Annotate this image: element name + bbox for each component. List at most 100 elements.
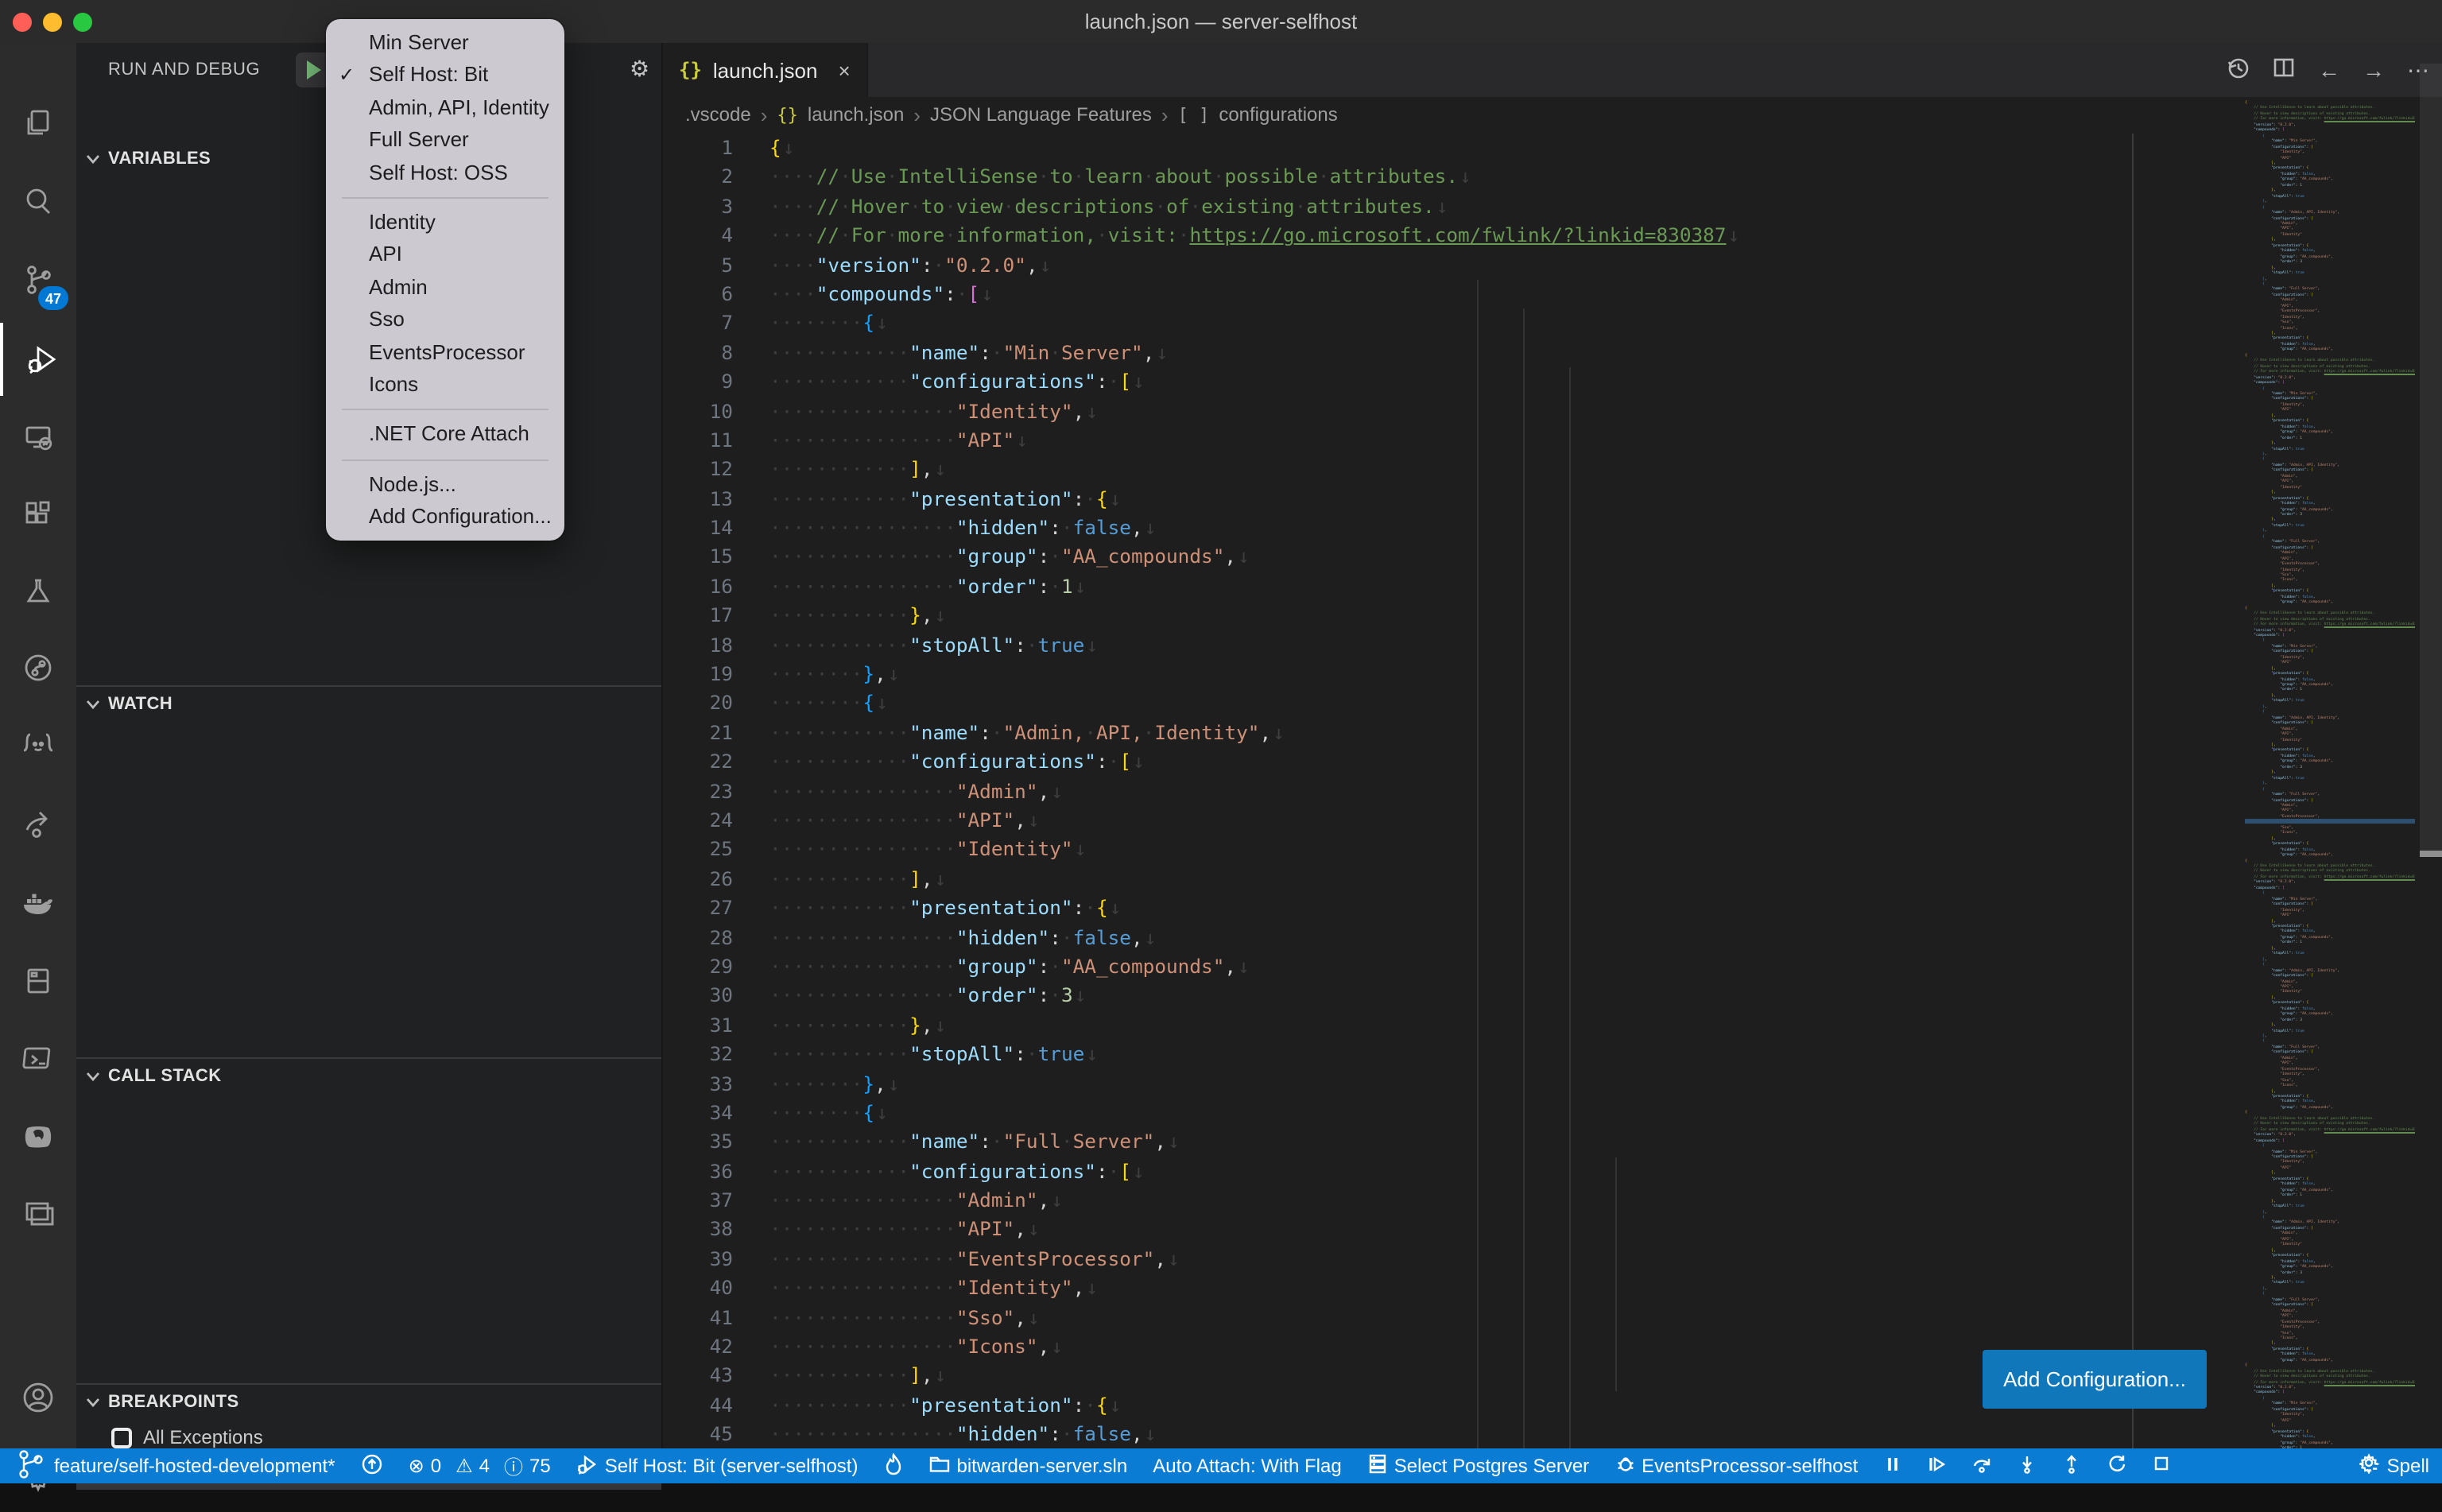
close-icon[interactable]: × — [838, 58, 850, 82]
checkbox-unchecked[interactable] — [111, 1427, 132, 1448]
menu-item-icons[interactable]: Icons — [326, 369, 564, 401]
status-item-debug-continue[interactable] — [1926, 1454, 1945, 1478]
activity-bar-item-powershell[interactable] — [0, 1022, 76, 1095]
tab-launch-json[interactable]: {} launch.json × — [663, 43, 868, 97]
breadcrumb-item[interactable]: launch.json — [808, 103, 904, 126]
share-icon — [21, 808, 56, 843]
line-number: 28 — [663, 923, 769, 952]
status-item-flame[interactable] — [883, 1452, 902, 1479]
activity-bar-item-search[interactable] — [0, 164, 76, 237]
activity-bar-item-extensions[interactable] — [0, 479, 76, 552]
activity-bar-item-json-tools[interactable] — [0, 709, 76, 782]
activity-bar-item-gitlens[interactable] — [0, 631, 76, 704]
gear-icon[interactable]: ⚙ — [630, 56, 649, 83]
status-item-publish-changes[interactable] — [361, 1452, 383, 1479]
eol-marker: ↓ — [1108, 487, 1122, 510]
activity-bar-item-docker[interactable] — [0, 866, 76, 940]
eol-marker: ↓ — [1271, 722, 1285, 744]
status-item-debug-stop[interactable] — [2152, 1455, 2169, 1477]
code-line: 15················"group":·"AA_compounds… — [663, 543, 2442, 572]
code-line: 16················"order":·1↓ — [663, 572, 2442, 602]
menu-item-sso[interactable]: Sso — [326, 304, 564, 336]
files-icon — [21, 105, 56, 140]
vscode-window: launch.json — server-selfhost 47 RUN AND… — [0, 0, 2442, 1483]
activity-bar-item-explorer[interactable] — [0, 86, 76, 159]
activity-bar-item-source-control[interactable]: 47 — [0, 243, 76, 316]
menu-item-label: Min Server — [369, 30, 469, 54]
code-line: 5····"version":·"0.2.0",↓ — [663, 250, 2442, 280]
status-item-debug-restart[interactable] — [2106, 1453, 2126, 1479]
menu-item-label: Self Host: OSS — [369, 160, 508, 184]
section-watch[interactable]: WATCH — [76, 687, 661, 722]
line-number: 3 — [663, 192, 769, 222]
activity-bar-item-run-and-debug[interactable] — [0, 323, 79, 396]
line-number: 12 — [663, 456, 769, 485]
menu-item-self-host-oss[interactable]: Self Host: OSS — [326, 157, 564, 189]
eol-marker: ↓ — [1131, 370, 1145, 393]
editor-scrollbar[interactable] — [2420, 43, 2442, 1448]
status-item-debug-config[interactable]: Self Host: Bit (server-selfhost) — [576, 1452, 859, 1479]
line-number: 27 — [663, 894, 769, 923]
menu-item-full-server[interactable]: Full Server — [326, 124, 564, 157]
status-item-debug-step-into[interactable] — [2017, 1454, 2036, 1478]
menu-item-eventsprocessor[interactable]: EventsProcessor — [326, 336, 564, 369]
breadcrumb[interactable]: .vscode›{}launch.json›JSON Language Feat… — [685, 97, 1338, 132]
activity-bar-item-remote-explorer[interactable] — [0, 401, 76, 474]
menu-item-api[interactable]: API — [326, 239, 564, 272]
status-item-debug-step-over[interactable] — [1971, 1454, 1991, 1478]
menu-item-net-core-attach[interactable]: .NET Core Attach — [326, 419, 564, 452]
beaker-icon — [21, 574, 56, 609]
activity-bar-item-testing[interactable] — [0, 555, 76, 628]
status-item-spell-checker[interactable]: Spell — [2360, 1453, 2429, 1479]
line-number: 29 — [663, 952, 769, 982]
menu-separator — [342, 197, 548, 199]
line-number: 33 — [663, 1069, 769, 1099]
stepinto-icon — [2017, 1454, 2036, 1478]
minimap[interactable]: { // Use IntelliSense to learn about pos… — [2245, 100, 2415, 1448]
add-configuration-button[interactable]: Add Configuration... — [1983, 1350, 2207, 1409]
status-item-problems[interactable]: ⊗0⚠4ⓘ75 — [409, 1452, 551, 1479]
code-line: 26············],↓ — [663, 865, 2442, 894]
menu-item-min-server[interactable]: Min Server — [326, 27, 564, 60]
status-item-label: bitwarden-server.sln — [956, 1455, 1127, 1477]
activity-bar-item-accounts[interactable] — [0, 1361, 76, 1434]
pause-icon — [1883, 1454, 1901, 1478]
menu-item-node-js[interactable]: Node.js... — [326, 468, 564, 501]
menu-item-label: Node.js... — [369, 471, 456, 495]
menu-item-admin-api-identity[interactable]: Admin, API, Identity — [326, 92, 564, 125]
status-item-debug-step-out[interactable] — [2061, 1454, 2080, 1478]
code-editor[interactable]: 1{↓2····//·Use·IntelliSense·to·learn·abo… — [663, 134, 2442, 1448]
split-icon[interactable] — [2272, 56, 2296, 84]
breakpoint-label: All Exceptions — [143, 1426, 263, 1448]
menu-item-add-configuration[interactable]: Add Configuration... — [326, 501, 564, 533]
breadcrumb-item[interactable]: .vscode — [685, 103, 751, 126]
status-item-git-branch[interactable]: feature/self-hosted-development* — [13, 1448, 335, 1483]
breadcrumb-item[interactable]: configurations — [1219, 103, 1337, 126]
activity-bar-item-postgresql[interactable] — [0, 1100, 76, 1173]
status-item-debug-pause[interactable] — [1883, 1454, 1901, 1478]
account-icon — [19, 1378, 57, 1417]
menu-item-admin[interactable]: Admin — [326, 271, 564, 304]
activity-bar-item-database[interactable] — [0, 944, 76, 1018]
status-item-events-processor[interactable]: EventsProcessor-selfhost — [1614, 1453, 1858, 1479]
eol-marker: ↓ — [1727, 224, 1740, 246]
code-line: 29················"group":·"AA_compounds… — [663, 952, 2442, 982]
status-item-postgres-server[interactable]: Select Postgres Server — [1367, 1453, 1589, 1479]
activity-bar-item-browser-windows[interactable] — [0, 1178, 76, 1251]
history-icon[interactable] — [2226, 56, 2250, 84]
activity-bar-item-live-share[interactable] — [0, 789, 76, 862]
forward-icon[interactable]: → — [2363, 57, 2385, 83]
breadcrumb-item[interactable]: JSON Language Features — [930, 103, 1152, 126]
back-icon[interactable]: ← — [2318, 57, 2340, 83]
menu-item-self-host-bit[interactable]: ✓Self Host: Bit — [326, 60, 564, 92]
eol-marker: ↓ — [874, 312, 888, 335]
status-item-auto-attach[interactable]: Auto Attach: With Flag — [1153, 1455, 1341, 1477]
section-call-stack[interactable]: CALL STACK — [76, 1059, 661, 1094]
breadcrumb-separator: › — [1161, 103, 1169, 126]
eol-marker: ↓ — [874, 692, 888, 715]
section-breakpoints[interactable]: BREAKPOINTS — [76, 1385, 661, 1420]
line-number: 4 — [663, 221, 769, 250]
menu-item-identity[interactable]: Identity — [326, 207, 564, 239]
scrollbar-slider[interactable] — [2420, 64, 2442, 854]
status-item-solution[interactable]: bitwarden-server.sln — [928, 1453, 1127, 1479]
